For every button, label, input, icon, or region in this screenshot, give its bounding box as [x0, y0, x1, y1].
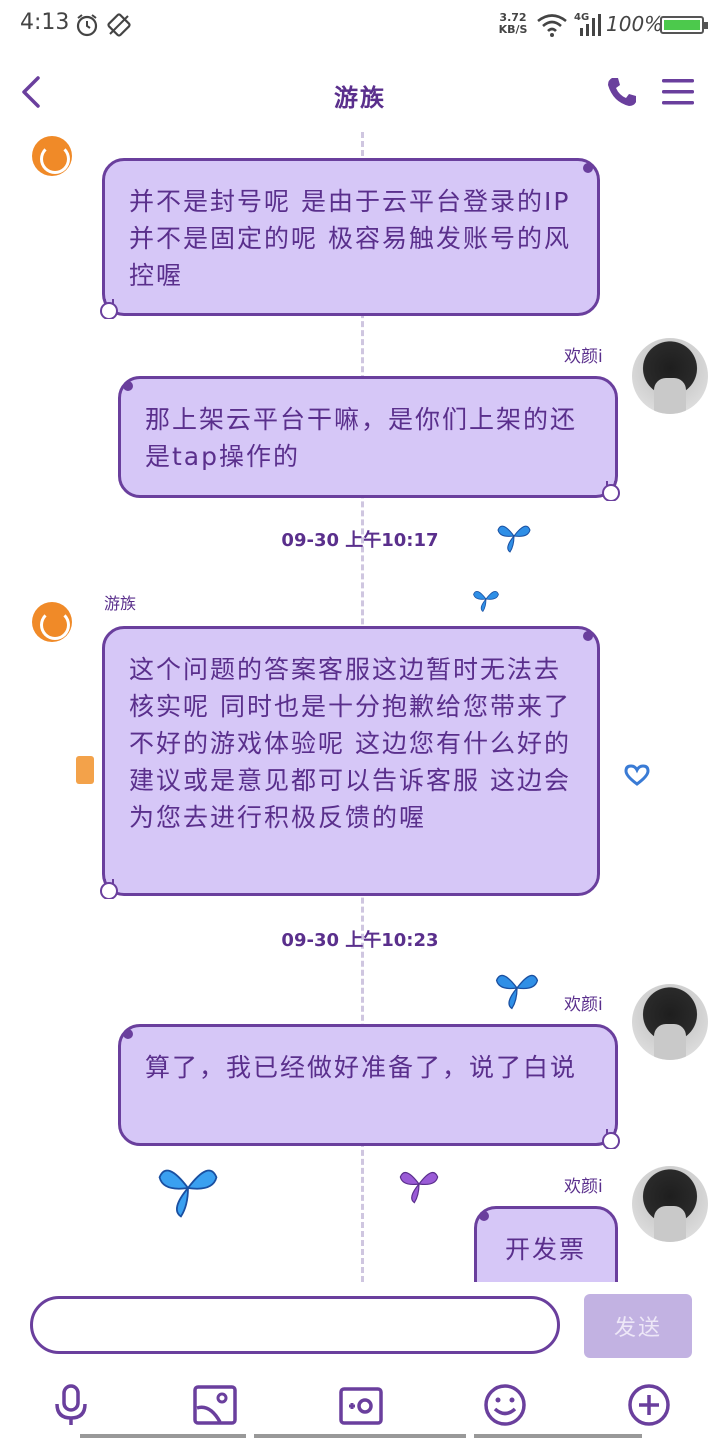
sender-name: 游族 [104, 594, 137, 613]
battery-percent: 100% [606, 12, 664, 36]
butterfly-icon [158, 1169, 218, 1218]
timestamp: 09-30 上午10:23 [281, 930, 439, 951]
wifi-icon [537, 14, 567, 37]
bubble-decoration [123, 381, 133, 391]
butterfly-icon [497, 525, 531, 553]
menu-icon[interactable] [660, 76, 696, 108]
net-speed: 3.72 KB/S [496, 12, 530, 36]
message-bubble[interactable]: 那上架云平台干嘛，是你们上架的还是tap操作的 [118, 376, 620, 501]
phone-call-icon[interactable] [604, 74, 640, 110]
butterfly-icon [495, 974, 539, 1010]
sender-name: 欢颜i [564, 347, 603, 367]
avatar[interactable] [632, 984, 708, 1060]
avatar[interactable] [632, 338, 708, 414]
message-text: 算了，我已经做好准备了，说了白说 [145, 1053, 578, 1082]
message-bubble[interactable]: 算了，我已经做好准备了，说了白说 [118, 1024, 620, 1149]
sender-name: 欢颜i [564, 995, 603, 1015]
heart-icon [624, 764, 650, 786]
chat-header: 游族 [0, 52, 720, 132]
battery-icon [660, 16, 708, 34]
bubble-decoration [479, 1211, 489, 1221]
bubble-decoration [583, 631, 593, 641]
timestamp: 09-30 上午10:17 [281, 530, 439, 551]
send-button[interactable]: 发送 [584, 1294, 692, 1358]
message-text: 这个问题的答案客服这边暂时无法去核实呢 同时也是十分抱歉给您带来了不好的游戏体验… [129, 655, 571, 832]
bunny-icon [602, 481, 620, 501]
status-bar: 4:13 3.72 KB/S 4G 100% [0, 0, 720, 52]
bubble-decoration [583, 163, 593, 173]
plus-icon[interactable] [626, 1382, 672, 1428]
tab-indicator [474, 1434, 642, 1438]
tab-indicator [254, 1434, 466, 1438]
signal-icon [580, 14, 601, 36]
bubble-decoration [123, 1029, 133, 1039]
message-text: 并不是封号呢 是由于云平台登录的IP并不是固定的呢 极容易触发账号的风控喔 [129, 187, 571, 290]
message-text: 开发票 [505, 1235, 587, 1264]
bunny-icon [602, 1129, 620, 1149]
camera-icon[interactable] [338, 1382, 384, 1428]
rotate-lock-icon [107, 13, 131, 37]
alarm-icon [76, 14, 98, 37]
message-input[interactable] [30, 1296, 560, 1354]
microphone-icon[interactable] [48, 1382, 94, 1428]
image-icon[interactable] [192, 1382, 238, 1428]
net-speed-unit: KB/S [498, 23, 528, 36]
decoration-orange-mark [76, 756, 94, 784]
butterfly-icon [473, 590, 499, 612]
bunny-icon [100, 299, 118, 319]
input-bar: 发送 [0, 1282, 720, 1440]
avatar[interactable] [32, 602, 72, 642]
message-bubble[interactable]: 这个问题的答案客服这边暂时无法去核实呢 同时也是十分抱歉给您带来了不好的游戏体验… [100, 626, 600, 899]
bunny-icon [100, 879, 118, 899]
message-bubble[interactable]: 并不是封号呢 是由于云平台登录的IP并不是固定的呢 极容易触发账号的风控喔 [100, 158, 600, 319]
status-time: 4:13 [20, 10, 70, 35]
message-bubble[interactable]: 开发票 [474, 1206, 618, 1282]
butterfly-icon [399, 1171, 439, 1204]
chat-message-list[interactable]: 并不是封号呢 是由于云平台登录的IP并不是固定的呢 极容易触发账号的风控喔 欢颜… [0, 132, 720, 1282]
message-text: 那上架云平台干嘛，是你们上架的还是tap操作的 [145, 405, 578, 471]
avatar[interactable] [632, 1166, 708, 1242]
emoji-icon[interactable] [482, 1382, 528, 1428]
avatar[interactable] [32, 136, 72, 176]
sender-name: 欢颜i [564, 1177, 603, 1197]
tab-indicator [80, 1434, 246, 1438]
